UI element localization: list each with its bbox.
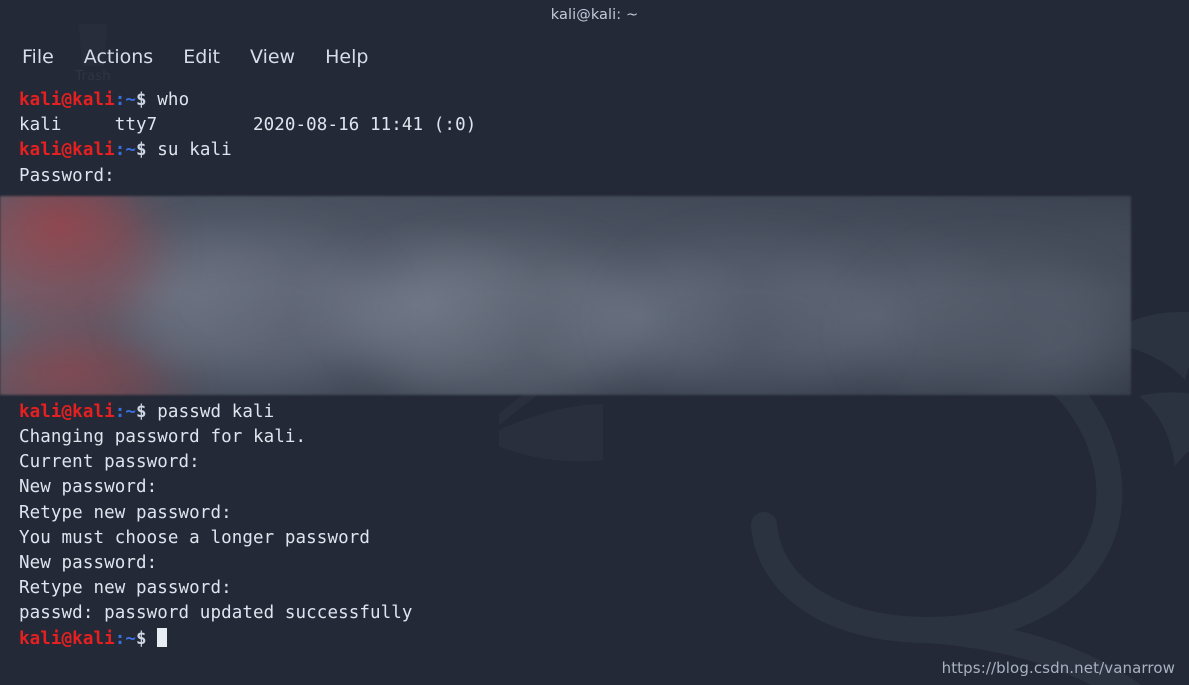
prompt-symbol: $ [136, 90, 147, 110]
terminal-line: kali@kali:~$ su kali [19, 138, 1189, 163]
blur-smear [130, 236, 380, 386]
prompt-userhost: kali@kali [19, 401, 115, 422]
prompt-userhost: kali@kali [19, 90, 115, 110]
terminal-space [147, 629, 158, 649]
menubar[interactable]: File Actions Edit View Help [0, 38, 398, 76]
terminal-line: Retype new password: [19, 578, 232, 599]
prompt-colon: : [114, 90, 126, 110]
terminal-line: New password: [19, 553, 158, 574]
menu-item-help[interactable]: Help [325, 46, 368, 68]
prompt-symbol: $ [136, 628, 147, 649]
terminal-space [147, 90, 158, 110]
terminal-line: passwd: password updated successfully [19, 603, 413, 624]
terminal-line: kali@kali:~$ who [19, 88, 1189, 113]
terminal-line: Current password: [19, 452, 200, 473]
prompt-path: ~ [125, 140, 137, 161]
menu-item-actions[interactable]: Actions [84, 46, 153, 68]
window-title: kali@kali: ~ [550, 7, 639, 23]
terminal-line: New password: [19, 477, 158, 498]
terminal-command: who [157, 90, 190, 110]
censored-blur-region [0, 196, 1131, 395]
terminal-line: kali tty7 2020-08-16 11:41 (:0) [19, 115, 477, 136]
terminal-space [147, 402, 158, 422]
csdn-watermark: https://blog.csdn.net/vanarrow [941, 659, 1175, 677]
prompt-path: ~ [125, 90, 137, 110]
prompt-path: ~ [125, 628, 137, 649]
blur-smear [860, 256, 1120, 395]
menu-item-file[interactable]: File [22, 46, 54, 68]
terminal-command: passwd kali [157, 401, 275, 422]
terminal-line: Retype new password: [19, 502, 232, 523]
prompt-colon: : [114, 140, 126, 161]
prompt-symbol: $ [136, 401, 147, 422]
prompt-path: ~ [125, 401, 137, 422]
terminal-line-active[interactable]: kali@kali:~$ [19, 627, 1189, 652]
menu-item-view[interactable]: View [250, 46, 295, 68]
blur-smear [360, 246, 640, 395]
titlebar: kali@kali: ~ [0, 0, 1189, 30]
prompt-colon: : [114, 628, 126, 649]
menu-item-edit[interactable]: Edit [183, 46, 220, 68]
terminal-line: Password: [19, 165, 115, 186]
terminal-window: Trash kali@kali: ~ File Actions Edit Vie… [0, 0, 1189, 685]
terminal-cursor[interactable] [157, 627, 168, 647]
terminal-line: Changing password for kali. [19, 427, 307, 448]
terminal-command: su kali [157, 140, 232, 161]
prompt-userhost: kali@kali [19, 628, 115, 649]
prompt-symbol: $ [136, 140, 147, 161]
terminal-space [147, 140, 158, 160]
prompt-userhost: kali@kali [19, 140, 115, 161]
terminal-line: You must choose a longer password [19, 527, 370, 548]
prompt-colon: : [114, 401, 126, 422]
terminal-line: kali@kali:~$ passwd kali [19, 400, 1189, 425]
blur-smear [620, 246, 880, 395]
